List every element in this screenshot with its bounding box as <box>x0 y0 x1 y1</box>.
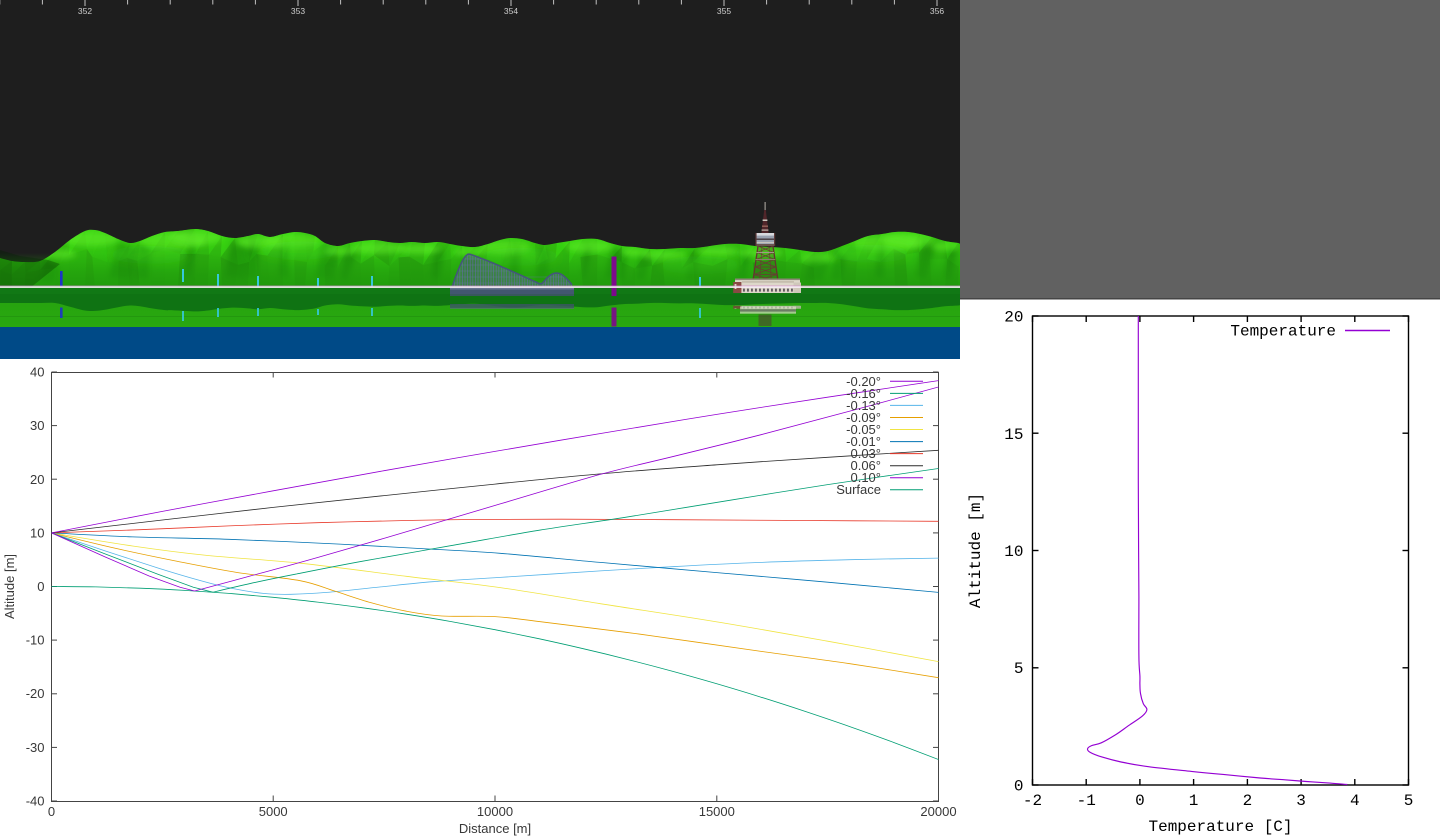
svg-text:-40: -40 <box>26 794 45 809</box>
svg-text:2: 2 <box>1243 792 1253 810</box>
svg-text:-2: -2 <box>1023 792 1042 810</box>
svg-text:30: 30 <box>30 418 44 433</box>
svg-text:15000: 15000 <box>699 804 735 819</box>
svg-text:0: 0 <box>37 579 44 594</box>
svg-text:10: 10 <box>1004 543 1023 561</box>
svg-text:Distance [m]: Distance [m] <box>459 821 531 836</box>
svg-text:-30: -30 <box>26 740 45 755</box>
svg-text:354: 354 <box>504 6 518 16</box>
svg-text:Altitude [m]: Altitude [m] <box>2 554 17 619</box>
svg-text:10: 10 <box>30 525 44 540</box>
svg-text:Surface: Surface <box>836 482 881 497</box>
svg-text:20: 20 <box>30 472 44 487</box>
svg-text:4: 4 <box>1350 792 1360 810</box>
svg-text:-1: -1 <box>1077 792 1096 810</box>
svg-text:5: 5 <box>1014 660 1024 678</box>
svg-text:15: 15 <box>1004 426 1023 444</box>
svg-text:5: 5 <box>1404 792 1414 810</box>
svg-text:Altitude [m]: Altitude [m] <box>967 493 985 608</box>
svg-text:356: 356 <box>930 6 944 16</box>
svg-text:5000: 5000 <box>259 804 288 819</box>
svg-text:Temperature [C]: Temperature [C] <box>1148 818 1292 836</box>
svg-text:1: 1 <box>1189 792 1199 810</box>
svg-text:Temperature: Temperature <box>1230 323 1336 341</box>
svg-text:20000: 20000 <box>920 804 956 819</box>
svg-text:3: 3 <box>1296 792 1306 810</box>
svg-text:-10: -10 <box>26 633 45 648</box>
svg-text:-20: -20 <box>26 686 45 701</box>
svg-text:10000: 10000 <box>477 804 513 819</box>
svg-text:0: 0 <box>1135 792 1145 810</box>
svg-text:352: 352 <box>78 6 92 16</box>
svg-text:355: 355 <box>717 6 731 16</box>
svg-text:20: 20 <box>1004 309 1023 327</box>
svg-text:40: 40 <box>30 365 44 380</box>
svg-text:353: 353 <box>291 6 305 16</box>
svg-text:0: 0 <box>48 804 55 819</box>
